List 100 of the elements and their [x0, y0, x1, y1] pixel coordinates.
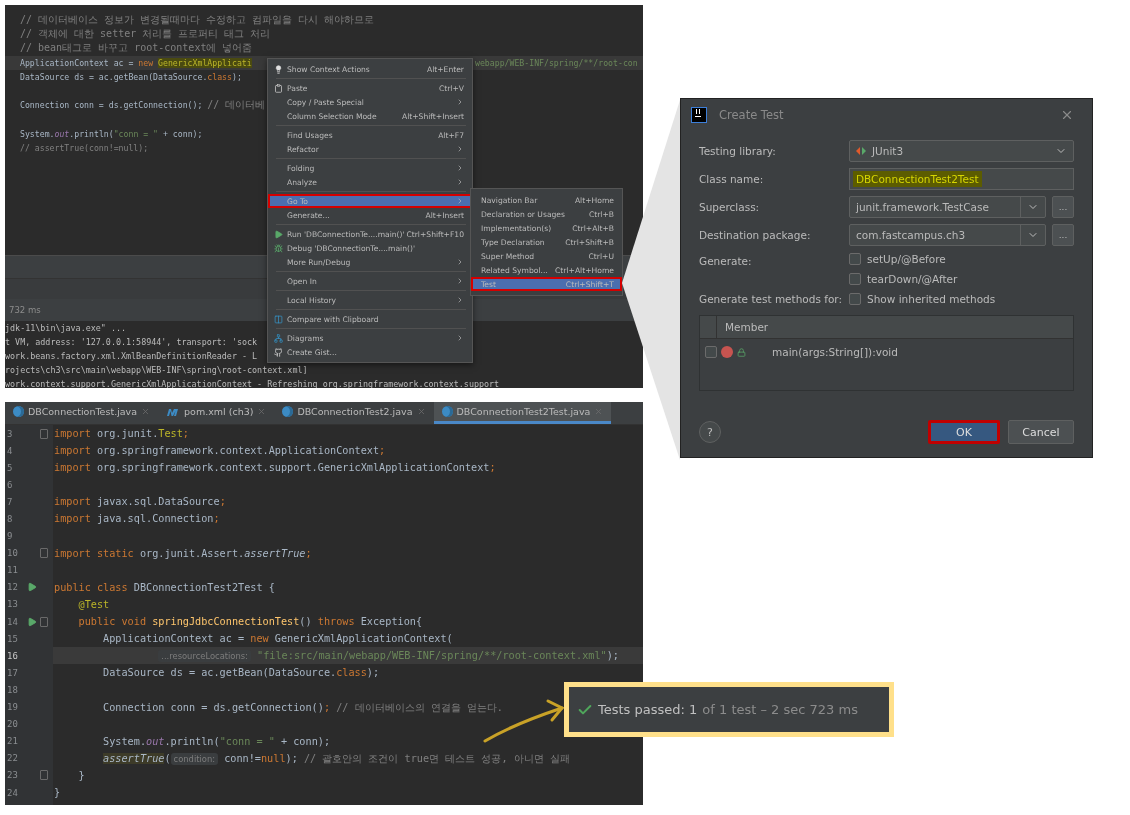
- line-number: 6: [6, 479, 14, 490]
- checkbox[interactable]: [849, 273, 861, 285]
- file-tab[interactable]: DBConnectionTest.java: [5, 402, 159, 424]
- close-icon[interactable]: [141, 407, 151, 416]
- clipboard-icon: [274, 83, 283, 93]
- code-line: public class DBConnectionTest2Test {: [54, 580, 275, 595]
- superclass-combo[interactable]: junit.framework.TestCase: [849, 196, 1046, 218]
- line-number: 18: [6, 684, 19, 695]
- console-line: rojects\ch3\src\main\webapp\WEB-INF\spring\root-context.xml]: [5, 364, 308, 377]
- code-line: import javax.sql.DataSource;: [54, 495, 226, 510]
- line-number: 22: [6, 753, 19, 764]
- code-line: }: [77, 768, 85, 783]
- code-line: ApplicationContext ac = new GenericXmlApplicati: [20, 56, 252, 70]
- run-icon[interactable]: [27, 582, 38, 593]
- file-tab[interactable]: DBConnectionTest2Test.java: [433, 402, 612, 424]
- line-number: 20: [6, 719, 19, 730]
- code-line: webapp/WEB-INF/spring/**/root-con: [475, 56, 638, 70]
- line-number: 5: [6, 462, 14, 473]
- lock-icon: [737, 347, 746, 357]
- checkbox-label: Show inherited methods: [867, 293, 996, 305]
- package-combo[interactable]: com.fastcampus.ch3: [849, 224, 1046, 246]
- line-number: 24: [6, 787, 19, 798]
- tab-label: DBConnectionTest2.java: [297, 406, 413, 417]
- file-tab[interactable]: pom.xml (ch3): [158, 402, 275, 424]
- chevron-icon: [456, 296, 464, 304]
- chevron-icon: [456, 258, 464, 266]
- code-line: import org.springframework.context.support.GenericXmlApplicationContext;: [54, 461, 496, 476]
- line-number: 4: [6, 445, 14, 456]
- console-line: work.beans.factory.xml.XmlBeanDefinitionReader - L: [5, 350, 258, 363]
- code-line: import org.springframework.context.ApplicationContext;: [54, 444, 386, 459]
- field-label: Generate:: [699, 255, 753, 267]
- code-line: // bean태그로 바꾸고 root-context에 넣어줌: [20, 41, 253, 56]
- checkbox-label: tearDown/@After: [867, 273, 958, 285]
- checkbox-label: setUp/@Before: [867, 253, 946, 265]
- column-header: Member: [716, 316, 1073, 338]
- fold-icon[interactable]: [40, 770, 49, 781]
- code-line: import org.junit.Test;: [54, 427, 189, 441]
- line-number: 10: [6, 548, 19, 559]
- table-cell: main(args:String[]):void: [772, 346, 898, 358]
- run-icon[interactable]: [27, 616, 38, 627]
- bulb-icon: [274, 64, 283, 74]
- code-line: // assertTrue(conn!=null);: [20, 141, 149, 155]
- browse-button[interactable]: ...: [1052, 224, 1074, 246]
- cancel-button[interactable]: Cancel: [1008, 420, 1074, 444]
- line-number: 23: [6, 770, 19, 781]
- file-tab[interactable]: DBConnectionTest2.java: [274, 402, 434, 424]
- fold-icon[interactable]: [40, 616, 49, 627]
- browse-button[interactable]: ...: [1052, 196, 1074, 218]
- code-line: import static org.junit.Assert.assertTrue;: [54, 546, 312, 561]
- fold-icon[interactable]: [40, 428, 49, 439]
- help-button[interactable]: ?: [699, 421, 721, 443]
- code-line: Connection conn = ds.getConnection(); // 데이터베이스의 연결을 얻는다.: [102, 700, 503, 715]
- compare-icon: [274, 314, 283, 324]
- chevron-icon: [456, 145, 464, 153]
- class-name-field[interactable]: DBConnectionTest2Test: [849, 168, 1074, 190]
- line-number: 11: [6, 565, 19, 576]
- console-line: t VM, address: '127.0.0.1:58944', transport: 'sock: [5, 336, 258, 349]
- tab-label: DBConnectionTest.java: [28, 406, 138, 417]
- diagram-icon: [274, 333, 283, 343]
- line-number: 13: [6, 599, 19, 610]
- line-number: 8: [6, 514, 14, 524]
- field-label: Class name:: [699, 173, 765, 185]
- close-icon[interactable]: [1060, 108, 1074, 122]
- bug-icon: [274, 243, 283, 253]
- code-line: System.out.println("conn = " + conn);: [102, 734, 331, 749]
- console-line: work.context.support.GenericXmlApplicationContext - Refreshing org.springframework.context.support: [5, 378, 500, 388]
- code-line: DataSource ds = ac.getBean(DataSource.class);: [102, 666, 380, 681]
- checkbox[interactable]: [849, 293, 861, 305]
- line-number: 7: [6, 496, 14, 507]
- field-label: Generate test methods for:: [699, 293, 844, 305]
- line-number: 3: [6, 428, 14, 439]
- line-number: 14: [6, 616, 19, 627]
- line-number: 12: [6, 582, 19, 593]
- field-label: Destination package:: [699, 229, 812, 241]
- ok-button[interactable]: OK: [928, 420, 1000, 444]
- checkbox[interactable]: [849, 253, 861, 265]
- fold-icon[interactable]: [40, 548, 49, 559]
- code-line: System.out.println("conn = " + conn);: [20, 127, 203, 141]
- junit-icon: [856, 146, 866, 156]
- dialog-title: Create Test: [719, 108, 785, 122]
- line-number: 16: [6, 650, 19, 661]
- close-icon[interactable]: [257, 407, 267, 416]
- chevron-icon: [456, 334, 464, 342]
- code-line: ApplicationContext ac = new GenericXmlApplicationContext(: [102, 632, 453, 647]
- library-dropdown[interactable]: JUnit3: [849, 140, 1074, 162]
- code-line: // 객체에 대한 setter 처리를 프로퍼티 태그 처리: [20, 27, 271, 42]
- code-line: // 데이터베이스 정보가 변경될때마다 수정하고 컴파일을 다시 해야하므로: [20, 13, 375, 27]
- test-summary: Tests passed: 1: [598, 702, 698, 717]
- class-file-icon: [282, 406, 294, 417]
- line-number: 19: [6, 702, 19, 713]
- checkbox[interactable]: [705, 346, 717, 358]
- field-label: Superclass:: [699, 201, 761, 213]
- test-detail: of 1 test – 2 sec 723 ms: [702, 702, 858, 717]
- close-icon[interactable]: [416, 407, 426, 416]
- chevron-icon: [456, 98, 464, 106]
- code-line: }: [54, 785, 61, 800]
- code-line: import java.sql.Connection;: [54, 512, 220, 527]
- method-icon: [721, 346, 733, 358]
- run-icon: [274, 229, 283, 239]
- close-icon[interactable]: [594, 407, 604, 416]
